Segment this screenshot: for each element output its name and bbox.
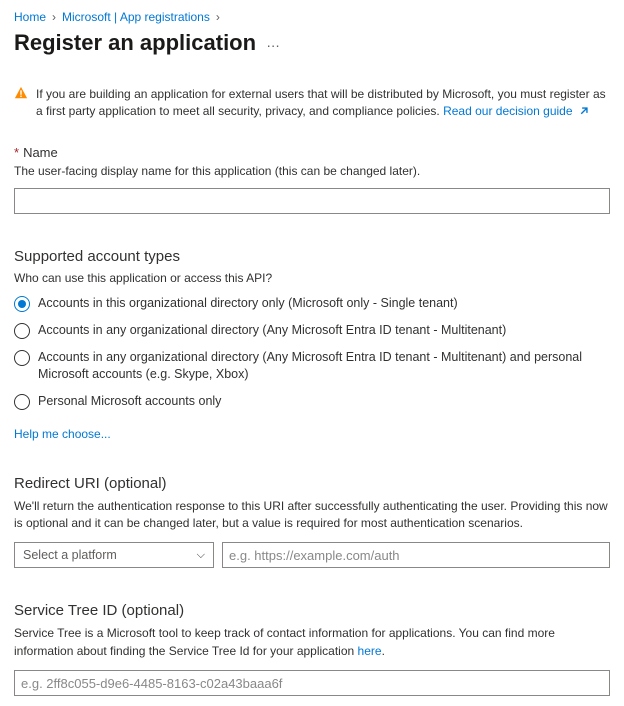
chevron-down-icon: ⌵ xyxy=(197,549,205,562)
account-type-option-multitenant-personal[interactable]: Accounts in any organizational directory… xyxy=(14,349,610,383)
platform-select-value: Select a platform xyxy=(23,548,117,562)
name-input[interactable] xyxy=(14,188,610,214)
account-types-heading: Supported account types xyxy=(14,248,610,265)
account-type-option-multitenant[interactable]: Accounts in any organizational directory… xyxy=(14,322,610,339)
name-label: *Name xyxy=(14,145,610,160)
radio-label: Accounts in any organizational directory… xyxy=(38,349,610,383)
radio-label: Accounts in any organizational directory… xyxy=(38,322,506,339)
breadcrumb-app-registrations[interactable]: Microsoft | App registrations xyxy=(62,10,210,24)
account-type-option-single-tenant[interactable]: Accounts in this organizational director… xyxy=(14,295,610,312)
chevron-right-icon: › xyxy=(216,10,220,24)
required-indicator: * xyxy=(14,145,19,160)
service-tree-id-input[interactable] xyxy=(14,670,610,696)
radio-icon xyxy=(14,350,30,366)
radio-icon xyxy=(14,296,30,312)
first-party-alert: If you are building an application for e… xyxy=(14,86,610,123)
account-type-option-personal-only[interactable]: Personal Microsoft accounts only xyxy=(14,393,610,410)
name-help: The user-facing display name for this ap… xyxy=(14,164,610,178)
external-link-icon xyxy=(578,105,589,122)
account-types-radio-group: Accounts in this organizational director… xyxy=(14,295,610,410)
radio-icon xyxy=(14,394,30,410)
chevron-right-icon: › xyxy=(52,10,56,24)
radio-label: Accounts in this organizational director… xyxy=(38,295,458,312)
breadcrumb: Home › Microsoft | App registrations › xyxy=(14,10,610,24)
breadcrumb-home[interactable]: Home xyxy=(14,10,46,24)
platform-select[interactable]: Select a platform ⌵ xyxy=(14,542,214,568)
decision-guide-link[interactable]: Read our decision guide xyxy=(443,104,589,118)
page-title: Register an application xyxy=(14,30,256,56)
service-tree-here-link[interactable]: here xyxy=(358,644,382,658)
redirect-uri-description: We'll return the authentication response… xyxy=(14,498,610,533)
redirect-uri-input[interactable] xyxy=(222,542,610,568)
radio-label: Personal Microsoft accounts only xyxy=(38,393,221,410)
alert-text: If you are building an application for e… xyxy=(36,86,610,123)
radio-icon xyxy=(14,323,30,339)
redirect-uri-heading: Redirect URI (optional) xyxy=(14,475,610,492)
more-actions-icon[interactable]: … xyxy=(266,34,281,50)
warning-icon xyxy=(14,86,28,123)
account-types-question: Who can use this application or access t… xyxy=(14,271,610,285)
help-me-choose-link[interactable]: Help me choose... xyxy=(14,427,111,441)
service-tree-heading: Service Tree ID (optional) xyxy=(14,602,610,619)
